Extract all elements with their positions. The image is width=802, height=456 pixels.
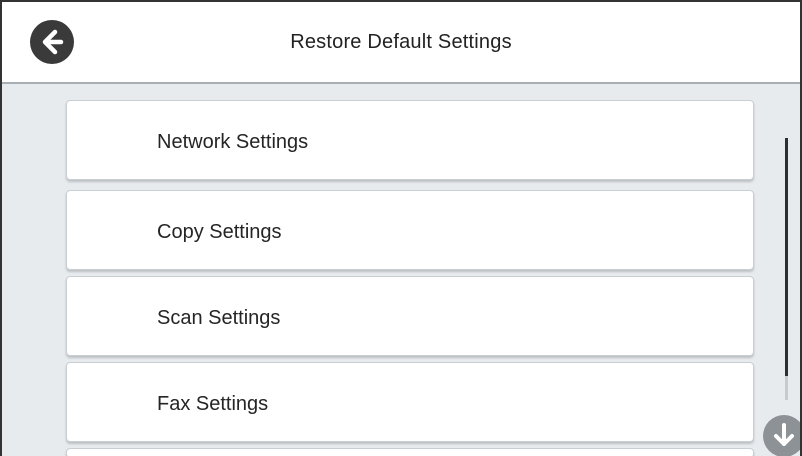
- network-settings-label: Network Settings: [157, 131, 309, 153]
- fax-settings-label: Fax Settings: [157, 393, 269, 415]
- fax-settings-item[interactable]: Fax Settings: [66, 362, 754, 442]
- page-title: Restore Default Settings: [290, 31, 512, 53]
- next-settings-item-partial[interactable]: [66, 448, 754, 456]
- scan-settings-label: Scan Settings: [157, 307, 281, 329]
- back-button[interactable]: [30, 20, 74, 64]
- network-settings-item[interactable]: Network Settings: [66, 100, 754, 180]
- copy-settings-item[interactable]: Copy Settings: [66, 190, 754, 270]
- back-arrow-icon: [42, 29, 64, 55]
- scan-settings-item[interactable]: Scan Settings: [66, 276, 754, 356]
- scroll-down-button[interactable]: [763, 415, 800, 456]
- screen: Restore Default Settings Network Setting…: [0, 0, 802, 456]
- vertical-scrollbar[interactable]: [783, 138, 789, 408]
- copy-settings-label: Copy Settings: [157, 221, 282, 243]
- scroll-thumb[interactable]: [785, 138, 788, 376]
- header-bar: Restore Default Settings: [2, 2, 800, 84]
- scroll-down-arrow-icon: [774, 423, 794, 446]
